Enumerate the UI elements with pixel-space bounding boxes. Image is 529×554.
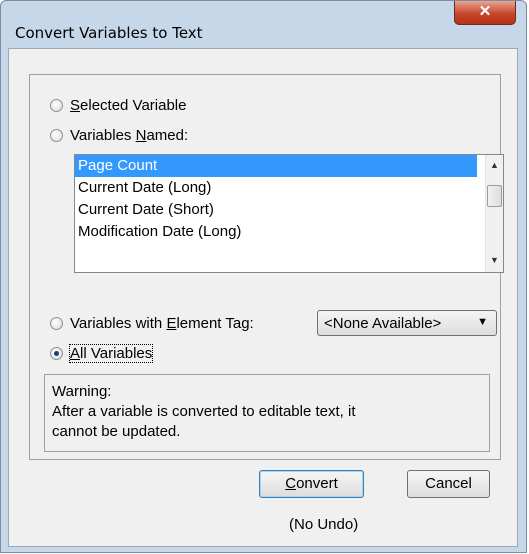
close-button[interactable]: ✕ [454, 1, 516, 25]
cancel-button[interactable]: Cancel [407, 470, 490, 498]
listbox-scrollbar[interactable]: ▲ ▼ [485, 155, 503, 272]
radio-all-variables[interactable]: All Variables [50, 342, 154, 364]
scroll-down-icon[interactable]: ▼ [490, 255, 499, 265]
radio-button[interactable] [50, 346, 63, 360]
warning-heading: Warning: [52, 383, 112, 400]
convert-button[interactable]: Convert [259, 470, 364, 498]
radio-button[interactable] [50, 98, 63, 112]
radio-button[interactable] [50, 316, 63, 330]
radio-selected-variable[interactable]: Selected Variable [50, 94, 186, 116]
dialog-window: Convert Variables to Text ✕ Selected Var… [0, 0, 527, 553]
radio-all-variables-label: All Variables [68, 343, 154, 363]
radio-variables-with-element-tag-label: Variables with Element Tag: [70, 314, 254, 332]
radio-button[interactable] [50, 128, 63, 142]
variables-listbox[interactable]: Page Count Current Date (Long) Current D… [74, 154, 504, 273]
close-icon: ✕ [478, 3, 492, 20]
element-tag-dropdown[interactable]: <None Available> ▼ [317, 310, 497, 336]
warning-text-line-1: After a variable is converted to editabl… [52, 403, 356, 420]
list-item[interactable]: Current Date (Short) [75, 199, 477, 221]
warning-box: Warning: After a variable is converted t… [44, 374, 490, 452]
dialog-title: Convert Variables to Text [15, 24, 203, 42]
radio-variables-with-element-tag[interactable]: Variables with Element Tag: [50, 312, 254, 334]
list-item[interactable]: Modification Date (Long) [75, 221, 477, 243]
list-item[interactable]: Current Date (Long) [75, 177, 477, 199]
radio-variables-named[interactable]: Variables Named: [50, 124, 188, 146]
chevron-down-icon: ▼ [477, 316, 488, 328]
scroll-thumb[interactable] [487, 185, 502, 207]
warning-text-line-2: cannot be updated. [52, 423, 181, 440]
no-undo-note: (No Undo) [289, 516, 359, 533]
element-tag-dropdown-value: <None Available> [324, 314, 442, 332]
radio-variables-named-label: Variables Named: [70, 126, 189, 144]
dialog-body: Selected Variable Variables Named: Page … [8, 48, 518, 547]
scroll-up-icon[interactable]: ▲ [490, 160, 499, 170]
list-item[interactable]: Page Count [75, 155, 477, 177]
conversion-options-group: Selected Variable Variables Named: Page … [29, 74, 504, 460]
radio-selected-variable-label: Selected Variable [70, 96, 187, 114]
